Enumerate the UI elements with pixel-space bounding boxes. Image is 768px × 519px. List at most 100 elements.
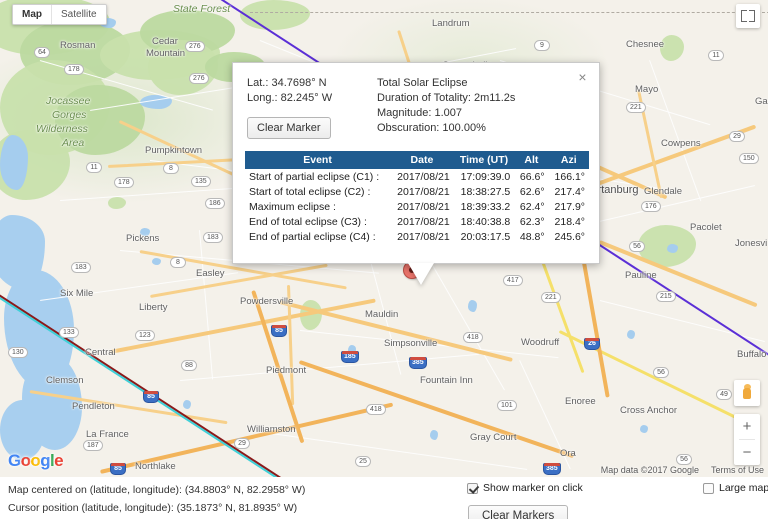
close-icon[interactable]: × [575, 70, 590, 85]
table-header-row: Event Date Time (UT) Alt Azi [245, 151, 589, 169]
map-place-label: Glendale [644, 186, 683, 197]
route-shield: 29 [234, 438, 250, 449]
checkbox-box[interactable] [703, 482, 714, 494]
route-shield: 88 [181, 360, 197, 371]
map-place-label: Ora [560, 448, 576, 459]
clear-markers-button[interactable]: Clear Markers [468, 505, 569, 519]
map-place-label: Pendleton [72, 401, 115, 412]
map-place-label: Central [85, 347, 116, 358]
map-place-label: Gray Court [470, 432, 517, 443]
terms-of-use-link[interactable]: Terms of Use [711, 465, 764, 475]
route-shield: 221 [541, 292, 561, 303]
map-type-satellite[interactable]: Satellite [51, 5, 106, 24]
info-window[interactable]: × Lat.: 34.7698° N Long.: 82.245° W Clea… [232, 62, 600, 285]
map-type-map[interactable]: Map [13, 5, 51, 24]
route-shield: 418 [366, 404, 386, 415]
cell-alt: 62.4° [519, 200, 545, 213]
show-marker-label: Show marker on click [483, 482, 583, 494]
longitude-value: Long.: 82.245° W [247, 92, 333, 104]
cell-date: 2017/08/21 [397, 200, 450, 213]
map-place-label: Easley [196, 268, 225, 279]
map-place-label: Simpsonville [384, 338, 438, 349]
route-shield: 176 [641, 201, 661, 212]
route-shield: 64 [34, 47, 50, 58]
column-header-date: Date [390, 151, 454, 169]
route-shield: 56 [629, 241, 645, 252]
route-shield: 11 [708, 50, 724, 61]
map-place-label: Cross Anchor [620, 405, 678, 416]
route-shield: 183 [203, 232, 223, 243]
cell-time: 20:03:17.5 [460, 230, 511, 243]
lake [627, 330, 635, 339]
interstate-shield: 85 [271, 325, 287, 337]
cell-date: 2017/08/21 [397, 170, 450, 183]
map-place-label: Cowpens [661, 138, 701, 149]
route-shield: 417 [503, 275, 523, 286]
interstate-shield: 385 [409, 357, 427, 369]
column-header-azi: Azi [548, 151, 589, 169]
map-place-label: Landrum [432, 18, 470, 29]
map-place-label: Northlake [135, 461, 176, 472]
map-place-label: Jonesvi [735, 238, 768, 249]
eclipse-contact-times-table: Event Date Time (UT) Alt Azi Start of pa… [245, 151, 589, 244]
pegman-icon[interactable] [734, 380, 760, 406]
route-shield: 11 [86, 162, 102, 173]
table-header: Event Date Time (UT) Alt Azi [245, 151, 589, 169]
lake [640, 425, 648, 433]
map-canvas[interactable]: State Forest Landrum Rosman Chesnee Cedar Mou… [0, 0, 768, 477]
cursor-position-status: Cursor position (latitude, longitude): (… [8, 502, 298, 514]
map-place-label: Clemson [46, 375, 84, 386]
clear-marker-button[interactable]: Clear Marker [247, 117, 331, 139]
map-place-label: Powdersville [240, 296, 294, 307]
show-marker-on-click-checkbox[interactable]: Show marker on click [467, 482, 583, 494]
map-place-label: Mayo [635, 84, 659, 95]
eclipse-summary-block: Total Solar Eclipse Duration of Totality… [377, 76, 585, 139]
column-header-time: Time (UT) [453, 151, 515, 169]
route-shield: 221 [626, 102, 646, 113]
interstate-shield: 85 [110, 463, 126, 475]
route-shield: 276 [189, 73, 209, 84]
route-shield: 276 [185, 41, 205, 52]
fullscreen-corner [741, 16, 747, 22]
lake [152, 258, 161, 265]
info-window-header: Lat.: 34.7698° N Long.: 82.245° W Clear … [233, 63, 599, 139]
map-center-status: Map centered on (latitude, longitude): (… [8, 484, 306, 496]
route-shield: 123 [135, 330, 155, 341]
interstate-shield: 26 [584, 338, 600, 350]
map-place-label: Piedmont [266, 365, 307, 376]
map-place-label: Wilderness [36, 123, 88, 135]
checkbox-box[interactable] [467, 482, 478, 494]
large-map-label: Large map [719, 482, 768, 494]
cell-azi: 217.9° [554, 200, 585, 213]
map-place-label: Liberty [139, 302, 168, 313]
cell-date: 2017/08/21 [397, 215, 450, 228]
route-shield: 178 [64, 64, 84, 75]
table-row: Maximum eclipse : 2017/08/21 18:39:33.2 62.… [245, 199, 589, 214]
route-shield: 187 [83, 440, 103, 451]
route-shield: 25 [355, 456, 371, 467]
table-row: End of total eclipse (C3) : 2017/08/21 18:… [245, 214, 589, 229]
map-place-label: Woodruff [521, 337, 560, 348]
cell-time: 18:39:33.2 [460, 200, 511, 213]
map-type-control[interactable]: Map Satellite [12, 4, 107, 25]
route-shield: 178 [114, 177, 134, 188]
lake [183, 400, 191, 409]
cell-alt: 62.3° [519, 215, 545, 228]
zoom-out-button[interactable]: − [734, 440, 760, 465]
route-shield: 133 [59, 327, 79, 338]
map-place-label: Enoree [565, 396, 596, 407]
large-map-checkbox[interactable]: Large map [703, 482, 768, 494]
fullscreen-icon[interactable] [736, 4, 760, 28]
zoom-control[interactable]: + − [734, 414, 760, 465]
lake-jocassee [0, 135, 28, 190]
route-shield: 49 [716, 389, 732, 400]
interstate-shield: 85 [143, 391, 159, 403]
map-place-label: Pumpkintown [145, 145, 203, 156]
map-place-label: Area [62, 137, 85, 149]
cell-event: End of total eclipse (C3) : [249, 215, 367, 228]
zoom-in-button[interactable]: + [734, 414, 760, 439]
route-shield: 8 [170, 257, 186, 268]
route-shield: 9 [534, 40, 550, 51]
map-place-label: Mountain [146, 48, 186, 59]
interstate-shield: 385 [543, 463, 561, 475]
